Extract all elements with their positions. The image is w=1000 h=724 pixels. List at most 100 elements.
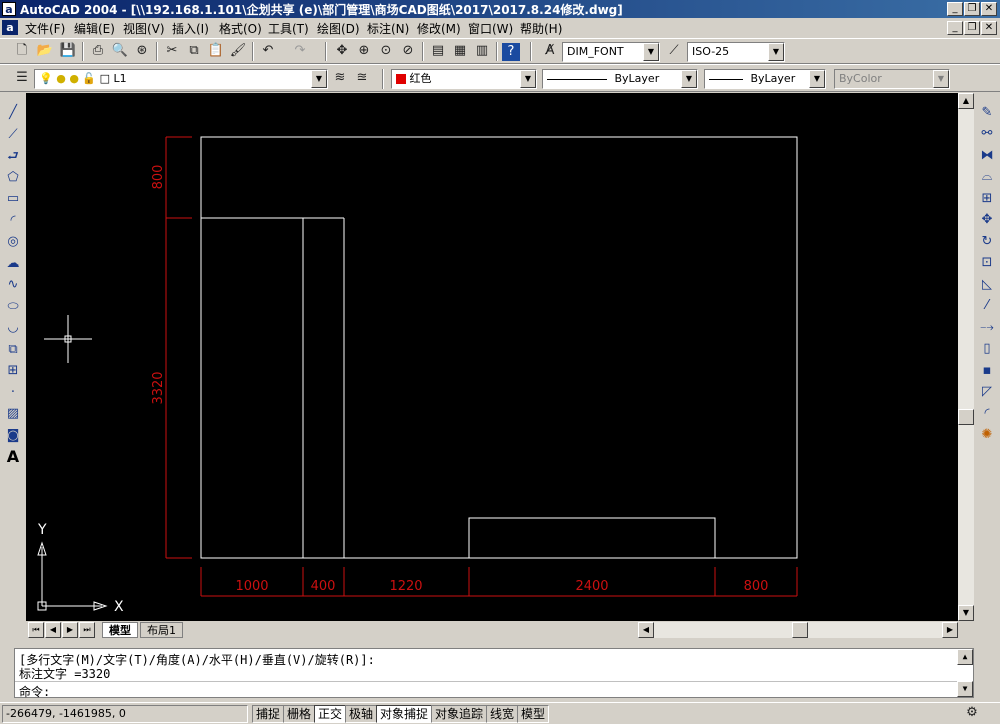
command-input-row[interactable]: 命令: <box>15 681 973 699</box>
undo-icon[interactable]: ↶ <box>258 41 278 61</box>
menu-help[interactable]: 帮助(H) <box>520 20 562 37</box>
text-style-select[interactable]: DIM_FONT ▼ <box>562 42 660 62</box>
scroll-up-icon[interactable]: ▲ <box>958 93 974 109</box>
close-icon[interactable]: ✕ <box>981 2 997 16</box>
polygon-icon[interactable]: ⬠ <box>3 168 23 188</box>
scroll-down-icon[interactable]: ▼ <box>958 605 974 621</box>
menu-modify[interactable]: 修改(M) <box>417 20 461 37</box>
dim-label[interactable]: 1000 <box>235 579 268 594</box>
linetype-select[interactable]: ByLayer ▼ <box>542 69 698 89</box>
toggle-model[interactable]: 模型 <box>517 705 550 723</box>
dimension-style-icon[interactable]: ⟋ <box>664 41 684 61</box>
chevron-down-icon[interactable]: ▼ <box>681 70 697 88</box>
design-center-icon[interactable]: ▦ <box>450 41 470 61</box>
minimize-icon[interactable]: _ <box>947 2 963 16</box>
coordinate-readout[interactable]: -266479, -1461985, 0 <box>2 705 248 723</box>
color-select[interactable]: 红色 ▼ <box>391 69 537 89</box>
insert-block-icon[interactable]: ⧉ <box>3 340 23 360</box>
layer-manager-icon[interactable]: ☰ <box>12 68 32 88</box>
construction-line-icon[interactable]: ⟋ <box>3 125 23 145</box>
menu-draw[interactable]: 绘图(D) <box>317 20 360 37</box>
tab-layout1[interactable]: 布局1 <box>140 622 183 638</box>
rotate-icon[interactable]: ↻ <box>977 232 997 252</box>
open-file-icon[interactable]: 📂 <box>35 41 55 61</box>
stretch-icon[interactable]: ◺ <box>977 275 997 295</box>
scroll-right-icon[interactable]: ▶ <box>942 622 958 638</box>
dim-label[interactable]: 1220 <box>389 579 422 594</box>
toggle-polar[interactable]: 极轴 <box>345 705 378 723</box>
move-icon[interactable]: ✥ <box>977 210 997 230</box>
properties-icon[interactable]: ▤ <box>428 41 448 61</box>
hscroll-thumb[interactable] <box>792 622 808 638</box>
dim-label[interactable]: 800 <box>744 579 769 594</box>
match-properties-icon[interactable]: 🖌 <box>228 41 248 61</box>
zoom-realtime-icon[interactable]: ⊕ <box>354 41 374 61</box>
trim-icon[interactable]: ⁄ <box>977 296 997 316</box>
restore-icon[interactable]: ❐ <box>964 2 980 16</box>
dimension-style-select[interactable]: ISO-25 ▼ <box>687 42 785 62</box>
multiline-text-icon[interactable]: A <box>3 447 23 467</box>
toggle-grid[interactable]: 栅格 <box>283 705 316 723</box>
menu-format[interactable]: 格式(O) <box>219 20 262 37</box>
polyline-icon[interactable]: ⮐ <box>3 147 23 167</box>
cut-icon[interactable]: ✂ <box>162 41 182 61</box>
scale-icon[interactable]: ⊡ <box>977 253 997 273</box>
dim-label[interactable]: 2400 <box>575 579 608 594</box>
doc-restore-icon[interactable]: ❐ <box>964 21 980 35</box>
publish-icon[interactable]: ⊛ <box>132 41 152 61</box>
zoom-previous-icon[interactable]: ⊘ <box>398 41 418 61</box>
chevron-down-icon[interactable]: ▼ <box>643 43 659 61</box>
toggle-ortho[interactable]: 正交 <box>314 705 347 723</box>
make-object-layer-current-icon[interactable]: ≋ <box>330 68 350 88</box>
menu-edit[interactable]: 编辑(E) <box>74 20 115 37</box>
document-icon[interactable]: a <box>2 20 18 35</box>
dim-label[interactable]: 3320 <box>151 371 166 404</box>
tab-last-icon[interactable]: ⏭ <box>79 622 95 638</box>
menu-view[interactable]: 视图(V) <box>123 20 165 37</box>
doc-close-icon[interactable]: ✕ <box>981 21 997 35</box>
chevron-down-icon[interactable]: ▼ <box>520 70 536 88</box>
fillet-icon[interactable]: ◜ <box>977 404 997 424</box>
copy-object-icon[interactable]: ⚯ <box>977 124 997 144</box>
menu-insert[interactable]: 插入(I) <box>172 20 209 37</box>
vertical-scrollbar[interactable]: ▲ ▼ <box>958 93 974 621</box>
drawing-canvas[interactable]: 800 3320 1000 400 1220 2400 800 Y X <box>26 93 958 621</box>
ellipse-icon[interactable]: ⬭ <box>3 297 23 317</box>
hatch-icon[interactable]: ▨ <box>3 404 23 424</box>
cmd-scroll-up-icon[interactable]: ▲ <box>957 649 973 665</box>
menu-window[interactable]: 窗口(W) <box>468 20 513 37</box>
menu-file[interactable]: 文件(F) <box>25 20 65 37</box>
circle-icon[interactable]: ◎ <box>3 232 23 252</box>
new-file-icon[interactable]: 🗋 <box>12 41 32 61</box>
rectangle-icon[interactable]: ▭ <box>3 189 23 209</box>
save-icon[interactable]: 💾 <box>58 41 78 61</box>
horizontal-scrollbar[interactable]: ◀ ▶ <box>638 622 958 638</box>
revision-cloud-icon[interactable]: ☁ <box>3 254 23 274</box>
menu-tools[interactable]: 工具(T) <box>268 20 309 37</box>
join-icon[interactable]: ▪ <box>977 361 997 381</box>
offset-icon[interactable]: ⌓ <box>977 167 997 187</box>
copy-icon[interactable]: ⧉ <box>184 41 204 61</box>
ellipse-arc-icon[interactable]: ◡ <box>3 318 23 338</box>
autocad-app-icon[interactable]: a <box>2 2 16 16</box>
communication-center-icon[interactable]: ⚙ <box>962 703 982 723</box>
mirror-icon[interactable]: ⧓ <box>977 146 997 166</box>
erase-icon[interactable]: ✎ <box>977 103 997 123</box>
dim-label[interactable]: 800 <box>151 165 166 190</box>
tab-next-icon[interactable]: ▶ <box>62 622 78 638</box>
tab-model[interactable]: 模型 <box>102 622 138 638</box>
tab-first-icon[interactable]: ⏮ <box>28 622 44 638</box>
toggle-snap[interactable]: 捕捉 <box>252 705 285 723</box>
print-preview-icon[interactable]: 🔍 <box>110 41 130 61</box>
scroll-thumb[interactable] <box>958 409 974 425</box>
menu-dimension[interactable]: 标注(N) <box>367 20 409 37</box>
line-icon[interactable]: ╱ <box>3 103 23 123</box>
chevron-down-icon[interactable]: ▼ <box>311 70 327 88</box>
toggle-osnap[interactable]: 对象捕捉 <box>376 705 433 723</box>
layer-previous-icon[interactable]: ≊ <box>352 68 372 88</box>
lineweight-select[interactable]: ByLayer ▼ <box>704 69 826 89</box>
chevron-down-icon[interactable]: ▼ <box>768 43 784 61</box>
spline-icon[interactable]: ∿ <box>3 275 23 295</box>
cmd-scroll-down-icon[interactable]: ▼ <box>957 681 973 697</box>
array-icon[interactable]: ⊞ <box>977 189 997 209</box>
